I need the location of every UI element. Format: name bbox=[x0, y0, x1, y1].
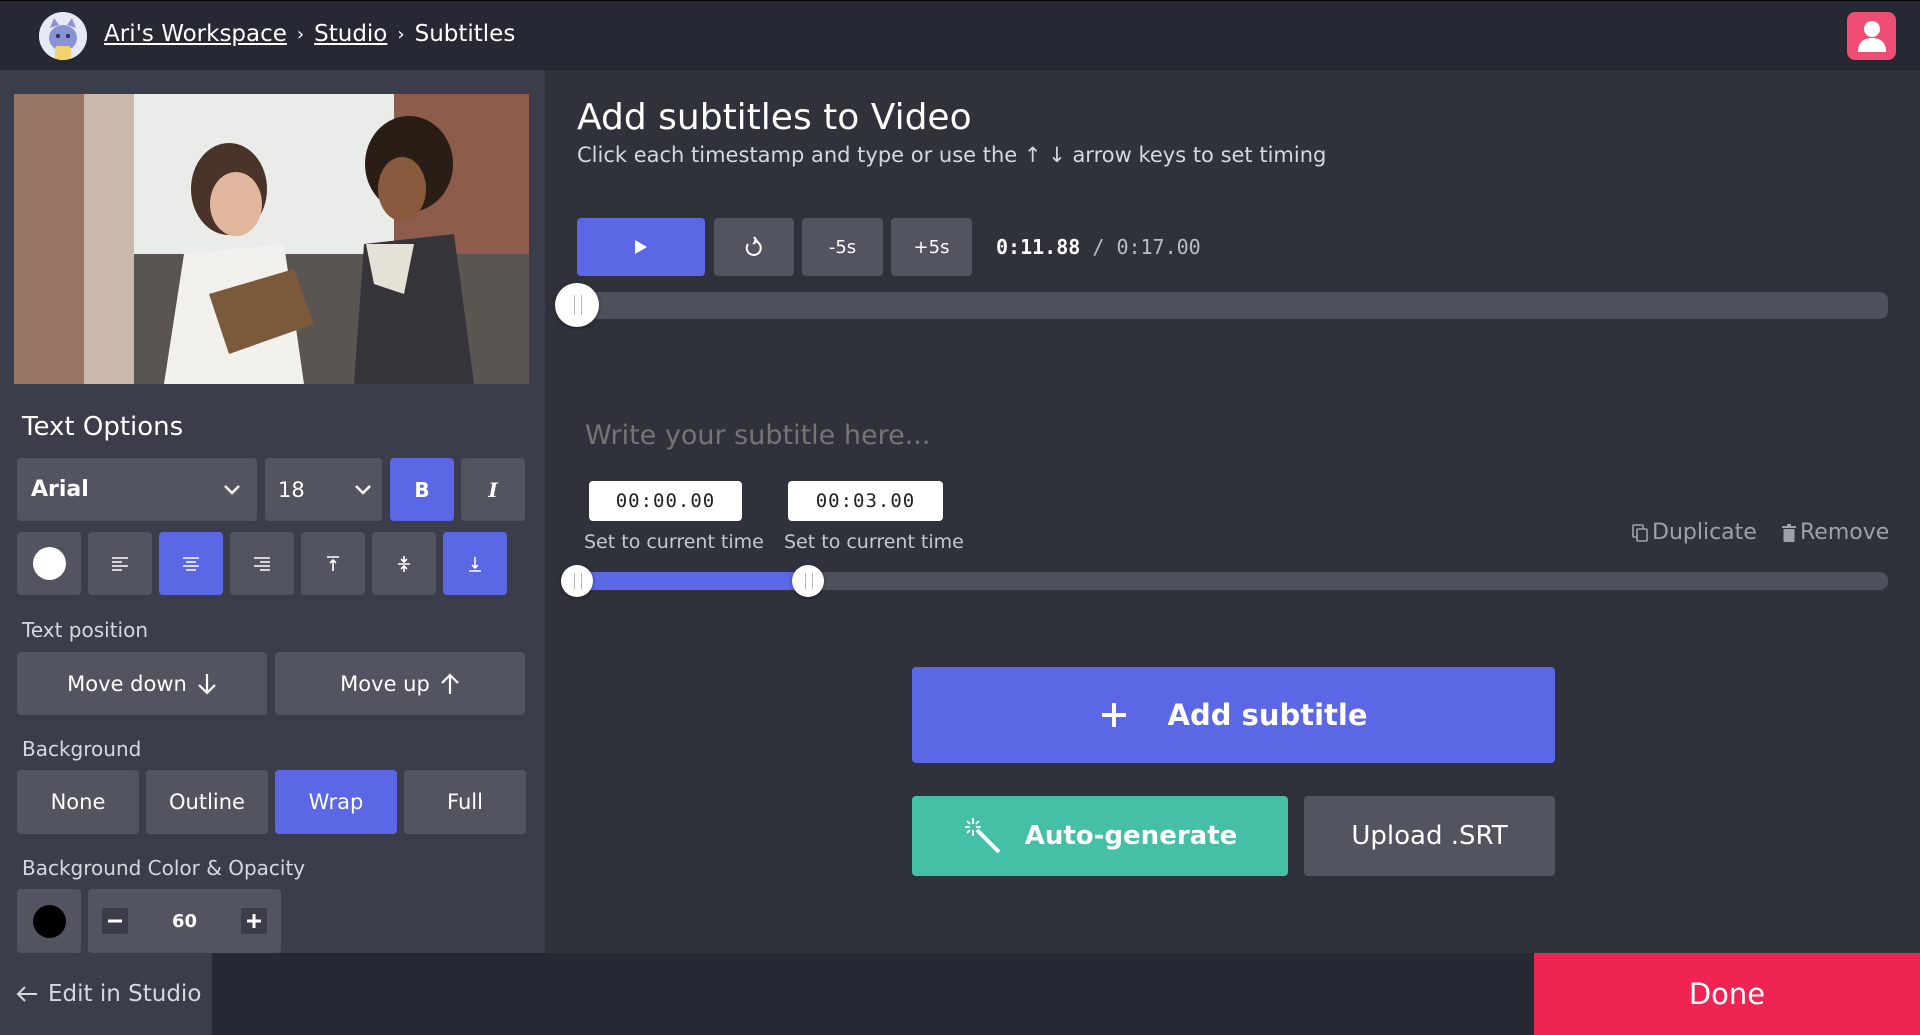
playback-scrubber-handle[interactable] bbox=[555, 283, 599, 327]
background-color-swatch bbox=[32, 904, 66, 938]
user-account-button[interactable] bbox=[1847, 12, 1896, 60]
opacity-increase-button[interactable] bbox=[239, 906, 269, 936]
move-down-label: Move down bbox=[67, 671, 187, 696]
upload-srt-button[interactable]: Upload .SRT bbox=[1304, 796, 1555, 876]
plus-icon bbox=[241, 908, 267, 934]
text-options-title: Text Options bbox=[22, 412, 184, 442]
text-color-swatch bbox=[32, 547, 66, 580]
subtitle-timing-range bbox=[577, 572, 808, 590]
total-time: 0:17.00 bbox=[1116, 235, 1201, 259]
move-up-label: Move up bbox=[340, 671, 430, 696]
set-end-to-current-link[interactable]: Set to current time bbox=[784, 531, 964, 553]
duplicate-label: Duplicate bbox=[1652, 520, 1757, 545]
subtitle-start-handle[interactable] bbox=[561, 565, 593, 597]
magic-wand-icon bbox=[964, 818, 1001, 854]
background-full-button[interactable]: Full bbox=[404, 770, 526, 834]
background-color-button[interactable] bbox=[17, 889, 81, 953]
workspace-avatar[interactable] bbox=[39, 12, 87, 60]
valign-middle-button[interactable] bbox=[372, 532, 436, 595]
rewind-5s-button[interactable]: -5s bbox=[802, 218, 883, 276]
chevron-right-icon: › bbox=[296, 23, 305, 45]
align-right-button[interactable] bbox=[230, 532, 294, 595]
chevron-right-icon: › bbox=[397, 23, 405, 45]
valign-top-icon bbox=[327, 555, 339, 571]
play-button[interactable] bbox=[577, 218, 705, 276]
opacity-decrease-button[interactable] bbox=[100, 906, 130, 936]
opacity-value: 60 bbox=[171, 910, 198, 932]
valign-top-button[interactable] bbox=[301, 532, 365, 595]
background-color-opacity-label: Background Color & Opacity bbox=[22, 856, 306, 880]
subtitle-end-handle[interactable] bbox=[791, 565, 824, 597]
time-separator: / bbox=[1092, 235, 1105, 259]
arrow-left-icon bbox=[16, 986, 37, 1002]
add-subtitle-label: Add subtitle bbox=[1167, 698, 1368, 732]
set-start-to-current-link[interactable]: Set to current time bbox=[584, 531, 764, 553]
edit-in-studio-button[interactable]: Edit in Studio bbox=[0, 953, 212, 1035]
arrow-up-icon bbox=[441, 672, 459, 694]
move-up-button[interactable]: Move up bbox=[275, 652, 525, 715]
chevron-down-icon bbox=[355, 484, 371, 495]
video-preview[interactable] bbox=[14, 94, 529, 384]
breadcrumb-studio-link[interactable]: Studio bbox=[314, 21, 387, 47]
valign-bottom-button[interactable] bbox=[443, 532, 507, 595]
user-icon bbox=[1857, 21, 1886, 52]
align-center-icon bbox=[183, 556, 199, 571]
current-time: 0:11.88 bbox=[996, 235, 1081, 259]
align-right-icon bbox=[254, 556, 270, 571]
font-select-value: Arial bbox=[31, 477, 89, 502]
font-size-select[interactable]: 18 bbox=[265, 458, 382, 521]
arrow-down-icon bbox=[198, 673, 216, 695]
move-down-button[interactable]: Move down bbox=[17, 652, 267, 715]
edit-in-studio-label: Edit in Studio bbox=[48, 981, 202, 1007]
time-readout: 0:11.88 / 0:17.00 bbox=[996, 235, 1201, 259]
opacity-stepper: 60 bbox=[88, 889, 281, 953]
text-options-panel: Text Options Arial 18 B I Text position … bbox=[0, 70, 545, 953]
subtitle-end-time[interactable]: 00:03.00 bbox=[788, 481, 943, 521]
auto-generate-button[interactable]: Auto-generate bbox=[912, 796, 1288, 876]
playback-scrubber-track[interactable] bbox=[577, 292, 1888, 319]
valign-bottom-icon bbox=[469, 556, 481, 572]
breadcrumb: Ari's Workspace › Studio › Subtitles bbox=[104, 21, 515, 47]
add-subtitle-button[interactable]: Add subtitle bbox=[912, 667, 1555, 763]
top-bar: Ari's Workspace › Studio › Subtitles bbox=[0, 0, 1920, 70]
breadcrumb-workspace-link[interactable]: Ari's Workspace bbox=[104, 21, 287, 47]
minus-icon bbox=[102, 908, 128, 934]
chevron-down-icon bbox=[224, 484, 240, 495]
align-left-icon bbox=[112, 556, 128, 571]
footer-bar: Edit in Studio Done bbox=[0, 953, 1920, 1035]
subtitle-start-time[interactable]: 00:00.00 bbox=[589, 481, 742, 521]
restart-button[interactable] bbox=[714, 218, 794, 276]
text-color-button[interactable] bbox=[17, 532, 81, 595]
copy-icon bbox=[1632, 523, 1648, 542]
background-outline-button[interactable]: Outline bbox=[146, 770, 268, 834]
valign-middle-icon bbox=[398, 555, 410, 572]
subtitle-text-input[interactable] bbox=[585, 420, 1385, 451]
font-select[interactable]: Arial bbox=[17, 458, 257, 521]
page-title: Add subtitles to Video bbox=[577, 97, 972, 138]
background-wrap-button[interactable]: Wrap bbox=[275, 770, 397, 834]
align-left-button[interactable] bbox=[88, 532, 152, 595]
background-label: Background bbox=[22, 737, 142, 761]
done-button[interactable]: Done bbox=[1534, 953, 1920, 1035]
duplicate-button[interactable]: Duplicate bbox=[1632, 520, 1757, 545]
remove-label: Remove bbox=[1800, 520, 1890, 545]
page-subtitle: Click each timestamp and type or use the… bbox=[577, 143, 1327, 167]
auto-generate-label: Auto-generate bbox=[1024, 821, 1238, 851]
remove-button[interactable]: Remove bbox=[1782, 520, 1889, 545]
italic-button[interactable]: I bbox=[461, 458, 525, 521]
bold-button[interactable]: B bbox=[390, 458, 454, 521]
trash-icon bbox=[1782, 523, 1796, 542]
cat-avatar-icon bbox=[39, 12, 87, 60]
restart-icon bbox=[745, 236, 762, 256]
video-thumbnail-image bbox=[14, 94, 529, 384]
text-position-label: Text position bbox=[22, 618, 149, 642]
forward-5s-button[interactable]: +5s bbox=[891, 218, 972, 276]
breadcrumb-current: Subtitles bbox=[414, 21, 516, 47]
play-icon bbox=[635, 240, 647, 254]
plus-icon bbox=[1101, 703, 1126, 727]
font-size-value: 18 bbox=[278, 477, 305, 502]
background-none-button[interactable]: None bbox=[17, 770, 139, 834]
align-center-button[interactable] bbox=[159, 532, 223, 595]
